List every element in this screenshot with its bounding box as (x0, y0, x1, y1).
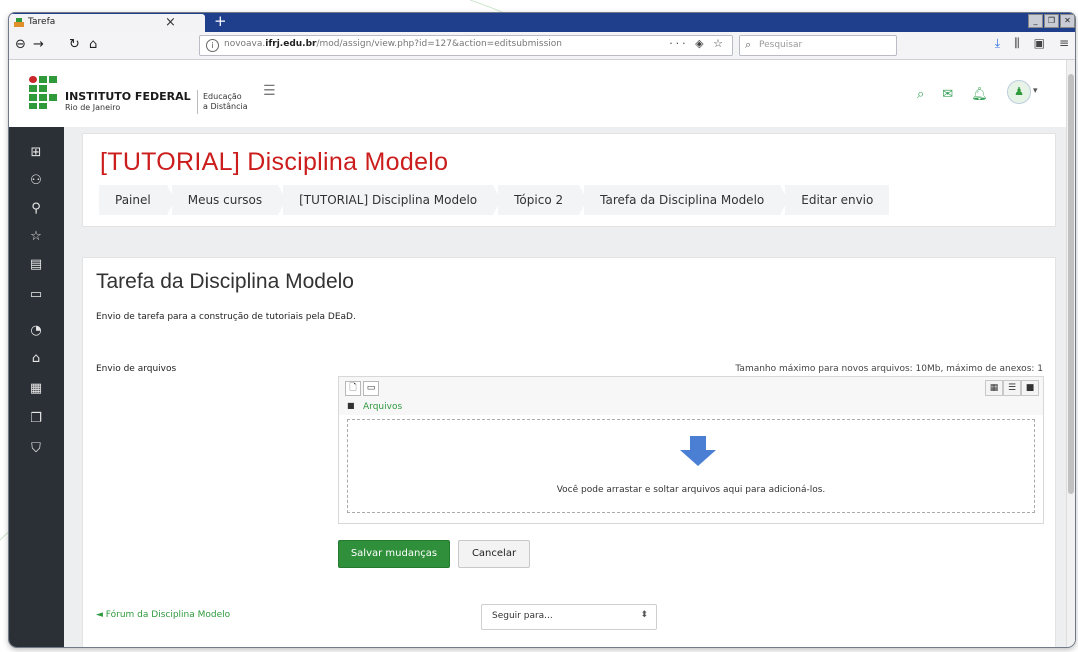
graduation-cap-icon[interactable]: ⛉ (27, 441, 45, 456)
home-icon[interactable]: ⌂ (89, 37, 97, 52)
dropzone-text: Você pode arrastar e soltar arquivos aqu… (556, 485, 826, 495)
breadcrumb: Painel Meus cursos [TUTORIAL] Disciplina… (99, 185, 894, 215)
ead-label-line1: Educação (203, 92, 242, 101)
browser-toolbar: ⊖ → ↻ ⌂ i novoava.ifrj.edu.br/mod/assign… (9, 32, 1075, 60)
hamburger-menu-icon[interactable]: ☰ (263, 83, 276, 99)
previous-activity-link[interactable]: ◄ Fórum da Disciplina Modelo (96, 610, 230, 620)
assignment-description: Envio de tarefa para a construção de tut… (96, 312, 356, 322)
badges-icon[interactable]: ⚲ (27, 201, 45, 216)
search-icon: ⌕ (745, 38, 752, 51)
folder-icon[interactable]: ▭ (27, 287, 45, 302)
header-divider (197, 90, 198, 114)
cancel-button[interactable]: Cancelar (458, 540, 530, 568)
messages-icon[interactable]: ✉ (942, 87, 953, 102)
library-icon[interactable]: ⫼ (1014, 36, 1020, 51)
restore-icon[interactable]: ❐ (1044, 14, 1059, 28)
dashboard-icon[interactable]: ⊞ (27, 145, 45, 160)
search-input[interactable]: ⌕ Pesquisar (739, 35, 897, 56)
page-scrollbar[interactable] (1066, 60, 1075, 647)
forward-icon[interactable]: → (33, 37, 44, 52)
chevron-down-icon[interactable]: ▾ (1033, 86, 1038, 96)
institution-logo[interactable] (29, 76, 59, 109)
menu-icon[interactable]: ≡ (1059, 36, 1069, 51)
close-tab-icon[interactable]: × (165, 15, 176, 30)
address-bar[interactable]: i novoava.ifrj.edu.br/mod/assign/view.ph… (199, 35, 733, 56)
file-dropzone[interactable]: Você pode arrastar e soltar arquivos aqu… (347, 419, 1035, 513)
tab-bar: Tarefa × + _ ❐ ✕ (9, 13, 1075, 32)
browser-tab[interactable]: Tarefa × (9, 14, 205, 32)
clock-icon[interactable]: ◔ (27, 323, 45, 338)
download-arrow-icon (680, 436, 716, 466)
upload-label: Envio de arquivos (96, 364, 177, 374)
files-icon[interactable]: ❐ (27, 411, 45, 426)
page-actions-icons[interactable]: ··· ◈ ☆ (669, 37, 726, 50)
folder-path-link[interactable]: Arquivos (363, 402, 402, 412)
breadcrumb-painel[interactable]: Painel (99, 185, 175, 215)
course-header-card: [TUTORIAL] Disciplina Modelo Painel Meus… (82, 133, 1056, 227)
download-icon[interactable]: ⤓ (995, 36, 1000, 51)
calendar-icon[interactable]: ▦ (27, 381, 45, 396)
select-arrows-icon: ⬍ (640, 610, 648, 620)
nav-drawer: ⊞ ⚇ ⚲ ☆ ▤ ▭ ◔ ⌂ ▦ ❐ ⛉ (9, 127, 64, 647)
view-icons-icon[interactable]: ▦ (985, 380, 1003, 396)
notifications-icon[interactable]: 🔔︎ (971, 87, 988, 102)
participants-icon[interactable]: ⚇ (27, 173, 45, 188)
back-icon[interactable]: ⊖ (15, 37, 26, 52)
assignment-card: Tarefa da Disciplina Modelo Envio de tar… (82, 257, 1056, 647)
add-file-icon[interactable]: 🗋︎ (345, 381, 361, 396)
file-manager: 🗋︎ ▭ ▦ ☰ ■ ■ Arquivos Você pode arrastar… (338, 376, 1044, 524)
main-content: [TUTORIAL] Disciplina Modelo Painel Meus… (64, 127, 1075, 647)
browser-right-tools: ⤓ ⫼ ▣ ≡ (995, 36, 1069, 51)
window-controls: _ ❐ ✕ (1028, 14, 1075, 28)
site-info-icon[interactable]: i (206, 39, 219, 52)
scrollbar-thumb[interactable] (1068, 74, 1074, 494)
minimize-icon[interactable]: _ (1028, 14, 1043, 28)
sidebar-icon[interactable]: ▣ (1034, 36, 1045, 51)
user-avatar[interactable]: ♟ (1007, 80, 1031, 104)
favicon-icon (14, 18, 24, 27)
new-tab-button[interactable]: + (214, 13, 227, 30)
ead-label-line2: a Distância (203, 102, 248, 111)
jump-to-select[interactable]: Seguir para... ⬍ (481, 604, 657, 630)
tab-title: Tarefa (28, 17, 56, 27)
institution-name: INSTITUTO FEDERAL (65, 90, 191, 103)
competencies-icon[interactable]: ☆ (27, 229, 45, 244)
search-placeholder: Pesquisar (759, 40, 803, 50)
close-window-icon[interactable]: ✕ (1060, 14, 1075, 28)
breadcrumb-meus-cursos[interactable]: Meus cursos (171, 185, 287, 215)
breadcrumb-course[interactable]: [TUTORIAL] Disciplina Modelo (283, 185, 502, 215)
folder-icon: ■ (347, 401, 355, 410)
header-actions: ⌕ ✉ 🔔︎ (917, 87, 988, 102)
home-icon[interactable]: ⌂ (27, 351, 45, 366)
course-title: [TUTORIAL] Disciplina Modelo (100, 148, 449, 176)
view-tree-icon[interactable]: ■ (1021, 380, 1039, 396)
reload-icon[interactable]: ↻ (69, 37, 80, 52)
breadcrumb-assignment[interactable]: Tarefa da Disciplina Modelo (584, 185, 789, 215)
search-icon[interactable]: ⌕ (917, 87, 924, 102)
view-mode-buttons: ▦ ☰ ■ (985, 380, 1039, 396)
view-list-icon[interactable]: ☰ (1003, 380, 1021, 396)
create-folder-icon[interactable]: ▭ (363, 381, 379, 396)
jump-to-value: Seguir para... (492, 611, 553, 621)
breadcrumb-edit-submission[interactable]: Editar envio (785, 185, 890, 215)
grades-icon[interactable]: ▤ (27, 257, 45, 272)
institution-campus: Rio de Janeiro (65, 103, 121, 112)
breadcrumb-topic[interactable]: Tópico 2 (498, 185, 588, 215)
upload-limits: Tamanho máximo para novos arquivos: 10Mb… (735, 364, 1043, 374)
assignment-title: Tarefa da Disciplina Modelo (96, 270, 354, 293)
file-manager-toolbar: 🗋︎ ▭ ▦ ☰ ■ (339, 377, 1043, 400)
url-text: novoava.ifrj.edu.br/mod/assign/view.php?… (224, 39, 562, 49)
save-button[interactable]: Salvar mudanças (338, 540, 450, 568)
file-path-bar: ■ Arquivos (339, 399, 1043, 415)
browser-window: Tarefa × + _ ❐ ✕ ⊖ → ↻ ⌂ i novoava.ifrj.… (8, 12, 1076, 648)
site-header: INSTITUTO FEDERAL Rio de Janeiro Educaçã… (9, 60, 1075, 128)
